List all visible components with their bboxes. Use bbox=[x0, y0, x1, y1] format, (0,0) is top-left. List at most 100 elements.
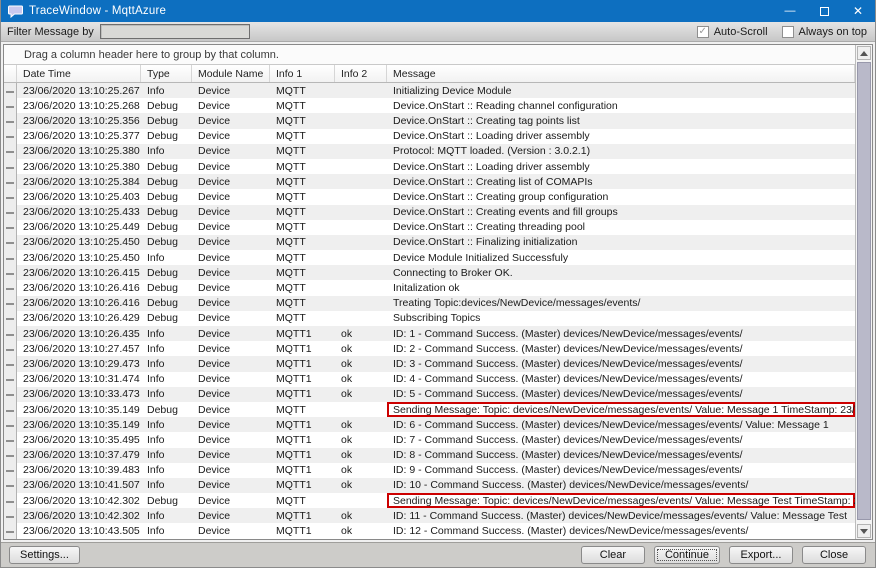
cell-info1: MQTT1 bbox=[270, 508, 335, 523]
cell-datetime: 23/06/2020 13:10:37.479 bbox=[17, 448, 141, 463]
table-row[interactable]: 23/06/2020 13:10:37.479 Info Device MQTT… bbox=[4, 448, 855, 463]
cell-type: Debug bbox=[141, 235, 192, 250]
cell-type: Debug bbox=[141, 189, 192, 204]
table-row[interactable]: 23/06/2020 13:10:25.403 Debug Device MQT… bbox=[4, 189, 855, 204]
cell-info2 bbox=[335, 205, 387, 220]
table-row[interactable]: 23/06/2020 13:10:31.474 Info Device MQTT… bbox=[4, 372, 855, 387]
cell-info1: MQTT bbox=[270, 220, 335, 235]
row-marker-icon bbox=[6, 242, 14, 244]
filter-input[interactable] bbox=[100, 24, 250, 39]
table-row[interactable]: 23/06/2020 13:10:35.495 Info Device MQTT… bbox=[4, 432, 855, 447]
row-marker-icon bbox=[6, 379, 14, 381]
column-header-module-name[interactable]: Module Name bbox=[192, 65, 270, 82]
table-row[interactable]: 23/06/2020 13:10:43.505 Info Device MQTT… bbox=[4, 523, 855, 538]
table-row[interactable]: 23/06/2020 13:10:42.302 Debug Device MQT… bbox=[4, 493, 855, 508]
table-row[interactable]: 23/06/2020 13:10:25.450 Debug Device MQT… bbox=[4, 235, 855, 250]
column-header-info1[interactable]: Info 1 bbox=[270, 65, 335, 82]
close-window-button[interactable]: Close bbox=[802, 546, 866, 564]
cell-info2 bbox=[335, 129, 387, 144]
cell-info1: MQTT bbox=[270, 311, 335, 326]
scrollbar-thumb[interactable] bbox=[857, 62, 871, 520]
cell-message: Initializing Device Module bbox=[387, 83, 855, 98]
table-row[interactable]: 23/06/2020 13:10:26.429 Debug Device MQT… bbox=[4, 311, 855, 326]
table-row[interactable]: 23/06/2020 13:10:25.384 Debug Device MQT… bbox=[4, 174, 855, 189]
row-indicator bbox=[4, 129, 17, 144]
table-row[interactable]: 23/06/2020 13:10:26.415 Debug Device MQT… bbox=[4, 265, 855, 280]
table-row[interactable]: 23/06/2020 13:10:39.483 Info Device MQTT… bbox=[4, 463, 855, 478]
autoscroll-checkbox[interactable]: ✓ bbox=[697, 26, 709, 38]
column-header-info2[interactable]: Info 2 bbox=[335, 65, 387, 82]
row-indicator bbox=[4, 113, 17, 128]
cell-message: ID: 8 - Command Success. (Master) device… bbox=[387, 448, 855, 463]
minimize-button[interactable]: — bbox=[773, 0, 807, 22]
table-row[interactable]: 23/06/2020 13:10:25.449 Debug Device MQT… bbox=[4, 220, 855, 235]
column-header-datetime[interactable]: Date Time bbox=[17, 65, 141, 82]
table-row[interactable]: 23/06/2020 13:10:26.416 Debug Device MQT… bbox=[4, 280, 855, 295]
cell-datetime: 23/06/2020 13:10:26.416 bbox=[17, 280, 141, 295]
table-row[interactable]: 23/06/2020 13:10:42.302 Info Device MQTT… bbox=[4, 508, 855, 523]
cell-datetime: 23/06/2020 13:10:25.449 bbox=[17, 220, 141, 235]
table-row[interactable]: 23/06/2020 13:10:26.416 Debug Device MQT… bbox=[4, 296, 855, 311]
cell-module-name: Device bbox=[192, 311, 270, 326]
row-indicator bbox=[4, 265, 17, 280]
row-indicator bbox=[4, 250, 17, 265]
column-header-message[interactable]: Message bbox=[387, 65, 855, 82]
autoscroll-checkbox-group[interactable]: ✓ Auto-Scroll bbox=[697, 26, 768, 38]
cell-info2 bbox=[335, 235, 387, 250]
table-row[interactable]: 23/06/2020 13:10:25.450 Info Device MQTT… bbox=[4, 250, 855, 265]
row-marker-icon bbox=[6, 334, 14, 336]
continue-button[interactable]: Continue bbox=[654, 546, 720, 564]
row-marker-icon bbox=[6, 91, 14, 93]
cell-type: Info bbox=[141, 523, 192, 538]
scroll-up-button[interactable] bbox=[857, 46, 871, 60]
table-row[interactable]: 23/06/2020 13:10:25.268 Debug Device MQT… bbox=[4, 98, 855, 113]
row-indicator bbox=[4, 508, 17, 523]
clear-button[interactable]: Clear bbox=[581, 546, 645, 564]
cell-datetime: 23/06/2020 13:10:41.507 bbox=[17, 478, 141, 493]
cell-module-name: Device bbox=[192, 129, 270, 144]
close-button[interactable]: ✕ bbox=[841, 0, 875, 22]
group-by-dropzone[interactable]: Drag a column header here to group by th… bbox=[4, 45, 855, 65]
cell-info2 bbox=[335, 311, 387, 326]
cell-message: Subscribing Topics bbox=[387, 311, 855, 326]
cell-info1: MQTT1 bbox=[270, 372, 335, 387]
cell-module-name: Device bbox=[192, 341, 270, 356]
cell-message: Sending Message: Topic: devices/NewDevic… bbox=[387, 402, 855, 417]
table-row[interactable]: 23/06/2020 13:10:27.457 Info Device MQTT… bbox=[4, 341, 855, 356]
maximize-button[interactable] bbox=[807, 0, 841, 22]
table-row[interactable]: 23/06/2020 13:10:26.435 Info Device MQTT… bbox=[4, 326, 855, 341]
scroll-down-button[interactable] bbox=[857, 524, 871, 538]
row-marker-icon bbox=[6, 303, 14, 305]
cell-info1: MQTT bbox=[270, 174, 335, 189]
minimize-icon: — bbox=[785, 5, 796, 17]
content-area: Drag a column header here to group by th… bbox=[1, 42, 875, 543]
row-indicator bbox=[4, 387, 17, 402]
cell-type: Info bbox=[141, 341, 192, 356]
cell-module-name: Device bbox=[192, 387, 270, 402]
table-row[interactable]: 23/06/2020 13:10:25.267 Info Device MQTT… bbox=[4, 83, 855, 98]
table-row[interactable]: 23/06/2020 13:10:35.149 Debug Device MQT… bbox=[4, 402, 855, 417]
cell-datetime: 23/06/2020 13:10:25.450 bbox=[17, 250, 141, 265]
table-row[interactable]: 23/06/2020 13:10:25.377 Debug Device MQT… bbox=[4, 129, 855, 144]
cell-type: Debug bbox=[141, 280, 192, 295]
table-row[interactable]: 23/06/2020 13:10:29.473 Info Device MQTT… bbox=[4, 356, 855, 371]
table-row[interactable]: 23/06/2020 13:10:33.473 Info Device MQTT… bbox=[4, 387, 855, 402]
row-marker-icon bbox=[6, 470, 14, 472]
export-button[interactable]: Export... bbox=[729, 546, 793, 564]
table-row[interactable]: 23/06/2020 13:10:41.507 Info Device MQTT… bbox=[4, 478, 855, 493]
settings-button[interactable]: Settings... bbox=[9, 546, 80, 564]
cell-type: Info bbox=[141, 356, 192, 371]
alwaysontop-checkbox-group[interactable]: Always on top bbox=[782, 26, 867, 38]
vertical-scrollbar[interactable] bbox=[855, 45, 872, 539]
cell-datetime: 23/06/2020 13:10:25.450 bbox=[17, 235, 141, 250]
table-row[interactable]: 23/06/2020 13:10:25.356 Debug Device MQT… bbox=[4, 113, 855, 128]
table-row[interactable]: 23/06/2020 13:10:25.380 Info Device MQTT… bbox=[4, 144, 855, 159]
window-title: TraceWindow - MqttAzure bbox=[29, 5, 773, 17]
alwaysontop-checkbox[interactable] bbox=[782, 26, 794, 38]
cell-info1: MQTT1 bbox=[270, 432, 335, 447]
column-header-type[interactable]: Type bbox=[141, 65, 192, 82]
table-row[interactable]: 23/06/2020 13:10:25.433 Debug Device MQT… bbox=[4, 205, 855, 220]
table-row[interactable]: 23/06/2020 13:10:35.149 Info Device MQTT… bbox=[4, 417, 855, 432]
row-marker-icon bbox=[6, 106, 14, 108]
table-row[interactable]: 23/06/2020 13:10:25.380 Debug Device MQT… bbox=[4, 159, 855, 174]
